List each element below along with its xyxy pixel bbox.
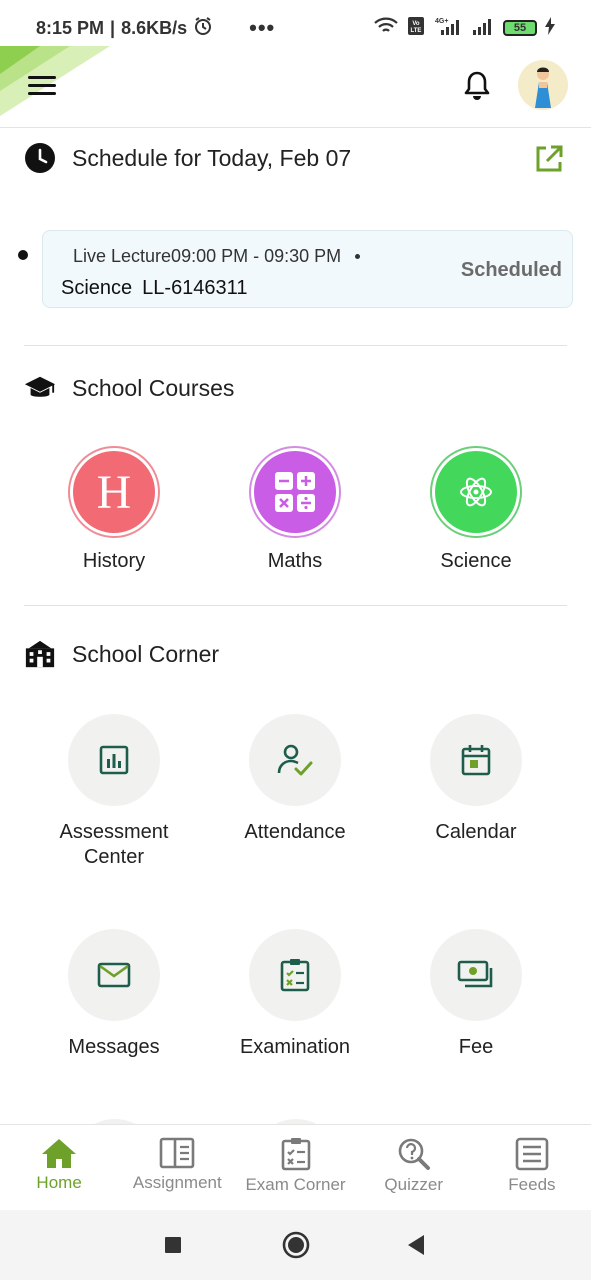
quiz-icon xyxy=(398,1138,430,1170)
lecture-subject: Science xyxy=(61,277,133,299)
course-label: History xyxy=(82,550,146,572)
square-icon xyxy=(165,1237,181,1253)
tile-fee[interactable]: Fee xyxy=(401,929,551,1060)
nav-exam-corner[interactable]: Exam Corner xyxy=(236,1125,354,1210)
schedule-title: Schedule for Today, Feb 07 xyxy=(72,144,352,171)
app-header xyxy=(0,46,591,128)
book-icon xyxy=(159,1137,195,1169)
money-icon xyxy=(457,960,493,988)
status-speed: 8.6KB/s xyxy=(121,17,188,38)
lecture-card[interactable]: Live Lecture09:00 PM - 09:30 PM Science … xyxy=(42,230,573,308)
back-button[interactable] xyxy=(406,1234,426,1261)
tile-label: Examination xyxy=(239,1036,351,1058)
signal-4g-icon: 4G+ xyxy=(433,16,463,41)
tile-label: Calendar xyxy=(435,821,517,843)
tile-calendar[interactable]: Calendar xyxy=(401,714,551,845)
battery-icon: 55 xyxy=(503,20,537,36)
alarm-icon xyxy=(193,16,213,41)
nav-label: Assignment xyxy=(132,1173,222,1192)
course-science[interactable]: Science xyxy=(411,446,541,573)
status-time: 8:15 PM xyxy=(36,17,105,38)
tile-label: Fee xyxy=(458,1036,494,1058)
nav-label: Quizzer xyxy=(384,1175,443,1194)
history-icon: H xyxy=(73,451,155,533)
course-label: Maths xyxy=(267,550,323,572)
school-building-icon xyxy=(24,638,56,670)
calculator-icon xyxy=(254,451,336,533)
more-status-icon: ••• xyxy=(249,15,276,40)
course-label: Science xyxy=(440,550,512,572)
hamburger-icon xyxy=(28,76,56,79)
nav-label: Feeds xyxy=(508,1175,556,1194)
schedule-section-title: Schedule for Today, Feb 07 xyxy=(24,142,351,174)
svg-text:4G+: 4G+ xyxy=(435,18,448,25)
separator-dot xyxy=(355,254,361,259)
lecture-code: LL-6146311 xyxy=(142,277,248,299)
chart-icon xyxy=(99,745,129,775)
notifications-button[interactable] xyxy=(462,70,492,102)
clipboard-list-icon xyxy=(281,1138,310,1171)
clock-icon xyxy=(24,142,56,174)
bell-icon xyxy=(464,71,490,100)
nav-feeds[interactable]: Feeds xyxy=(473,1125,591,1210)
atom-icon xyxy=(435,451,517,533)
corner-title: School Corner xyxy=(72,640,220,667)
tile-assessment-center[interactable]: Assessment Center xyxy=(39,714,189,870)
courses-section-title: School Courses xyxy=(24,372,234,404)
divider xyxy=(24,605,567,606)
avatar-figure-icon xyxy=(535,67,551,108)
bottom-nav: Home Assignment Exam Corner Quizzer Feed… xyxy=(0,1124,591,1210)
graduation-cap-icon xyxy=(24,372,56,404)
tile-examination[interactable]: Examination xyxy=(220,929,370,1060)
course-maths[interactable]: Maths xyxy=(230,446,360,573)
course-history[interactable]: H History xyxy=(49,446,179,573)
signal-icon xyxy=(471,16,495,41)
corner-section-title: School Corner xyxy=(24,638,219,670)
tile-label: Assessment Center xyxy=(59,821,169,868)
tile-attendance[interactable]: Attendance xyxy=(220,714,370,845)
recents-button[interactable] xyxy=(164,1236,182,1259)
menu-button[interactable] xyxy=(28,76,56,96)
open-schedule-button[interactable] xyxy=(534,144,564,174)
nav-label: Exam Corner xyxy=(245,1175,346,1194)
wifi-icon xyxy=(373,16,399,41)
external-link-icon xyxy=(536,145,563,172)
avatar[interactable] xyxy=(518,60,568,110)
charging-icon xyxy=(545,16,555,40)
clipboard-icon xyxy=(280,959,310,992)
tile-label: Messages xyxy=(68,1036,160,1058)
circle-icon xyxy=(282,1231,310,1259)
system-nav-bar xyxy=(0,1210,591,1280)
lecture-type-time: Live Lecture09:00 PM - 09:30 PM xyxy=(73,246,342,266)
envelope-icon xyxy=(97,962,131,988)
feeds-icon xyxy=(515,1137,549,1171)
nav-label: Home xyxy=(36,1173,82,1192)
home-system-button[interactable] xyxy=(282,1231,310,1264)
calendar-icon xyxy=(461,745,491,776)
svg-text:LTE: LTE xyxy=(411,28,422,34)
nav-home[interactable]: Home xyxy=(0,1125,118,1210)
tile-label: Attendance xyxy=(244,821,346,843)
lecture-status: Scheduled xyxy=(460,259,562,281)
nav-assignment[interactable]: Assignment xyxy=(118,1125,236,1210)
courses-title: School Courses xyxy=(72,374,235,401)
back-triangle-icon xyxy=(408,1235,424,1255)
divider xyxy=(24,345,567,346)
nav-quizzer[interactable]: Quizzer xyxy=(355,1125,473,1210)
volte-icon: Vo LTE xyxy=(407,16,425,41)
timeline-bullet xyxy=(18,250,28,260)
tile-messages[interactable]: Messages xyxy=(39,929,189,1060)
home-icon xyxy=(42,1139,77,1168)
user-check-icon xyxy=(277,744,313,776)
svg-text:Vo: Vo xyxy=(412,21,420,27)
